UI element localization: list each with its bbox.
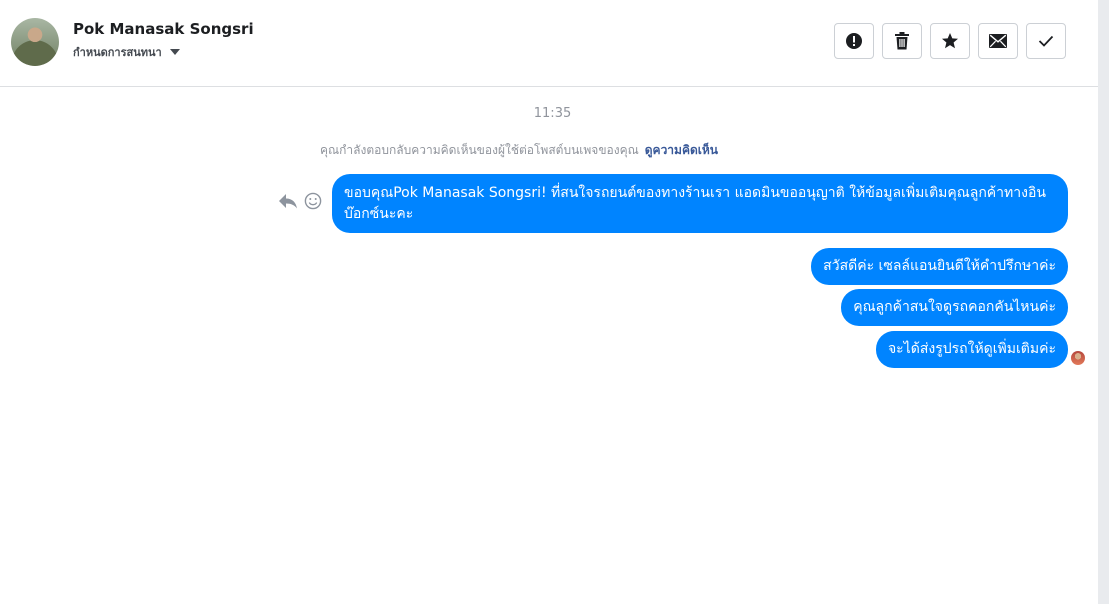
mark-spam-button[interactable] (834, 23, 874, 59)
envelope-icon (989, 34, 1007, 48)
reply-icon[interactable] (278, 193, 298, 209)
star-icon (942, 33, 958, 49)
view-comment-link[interactable]: ดูความคิดเห็น (645, 143, 718, 157)
comment-context-notice: คุณกำลังตอบกลับความคิดเห็นของผู้ใช้ต่อโพ… (320, 141, 718, 160)
exclamation-icon (846, 33, 862, 49)
seen-avatar-icon (1071, 351, 1085, 365)
context-text: คุณกำลังตอบกลับความคิดเห็นของผู้ใช้ต่อโพ… (320, 143, 639, 157)
message-bubble[interactable]: สวัสดีค่ะ เซลล์แอนยินดีให้คำปรึกษาค่ะ (811, 248, 1068, 285)
conversation-toolbar (834, 23, 1066, 59)
message-bubble[interactable]: ขอบคุณPok Manasak Songsri! ที่สนใจรถยนต์… (332, 174, 1068, 233)
contact-name[interactable]: Pok Manasak Songsri (73, 20, 254, 38)
caret-down-icon (169, 49, 180, 55)
mark-unread-button[interactable] (978, 23, 1018, 59)
assign-label: กำหนดการสนทนา (73, 46, 162, 59)
right-scroll-rail (1098, 0, 1109, 604)
trash-icon (895, 32, 909, 50)
conversation-header: Pok Manasak Songsri กำหนดการสนทนา (0, 0, 1098, 87)
mark-done-button[interactable] (1026, 23, 1066, 59)
message-actions (278, 192, 322, 210)
checkmark-icon (1038, 35, 1054, 47)
message-bubble[interactable]: คุณลูกค้าสนใจดูรถคอกคันไหนค่ะ (841, 289, 1068, 326)
star-button[interactable] (930, 23, 970, 59)
assign-conversation-dropdown[interactable]: กำหนดการสนทนา (73, 43, 180, 61)
contact-avatar[interactable] (11, 18, 59, 66)
delete-button[interactable] (882, 23, 922, 59)
smiley-icon[interactable] (304, 192, 322, 210)
message-timestamp: 11:35 (533, 106, 572, 121)
message-bubble[interactable]: จะได้ส่งรูปรถให้ดูเพิ่มเติมค่ะ (875, 331, 1068, 368)
